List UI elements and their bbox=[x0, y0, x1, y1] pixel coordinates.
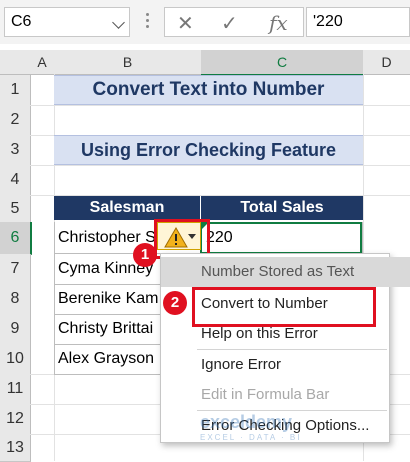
menu-item-label: Help on this Error bbox=[201, 325, 318, 342]
column-header-d[interactable]: D bbox=[363, 50, 410, 75]
menu-item-ignore-error[interactable]: Ignore Error bbox=[161, 350, 410, 380]
sheet-subtitle[interactable]: Using Error Checking Feature bbox=[54, 135, 363, 165]
select-all-corner[interactable] bbox=[0, 50, 31, 75]
active-cell-c6[interactable]: 220 bbox=[200, 222, 362, 254]
row-header-8[interactable]: 8 bbox=[0, 284, 31, 315]
menu-item-edit-in-formula-bar: Edit in Formula Bar bbox=[161, 380, 410, 410]
menu-header: Number Stored as Text bbox=[161, 257, 410, 287]
column-header-a[interactable]: A bbox=[30, 50, 55, 75]
table-border bbox=[54, 222, 55, 374]
watermark-name: exceldemy bbox=[200, 412, 293, 432]
menu-item-label: Ignore Error bbox=[201, 356, 282, 373]
row-header-12[interactable]: 12 bbox=[0, 404, 31, 435]
chevron-down-icon[interactable] bbox=[112, 16, 125, 29]
formula-input[interactable]: '220 bbox=[306, 7, 410, 37]
table-border bbox=[362, 222, 363, 254]
gridline bbox=[30, 105, 410, 106]
column-header-b[interactable]: B bbox=[54, 50, 202, 75]
grip-dots-icon bbox=[143, 11, 151, 33]
step-badge-1: 1 bbox=[133, 243, 157, 267]
row-header-13[interactable]: 13 bbox=[0, 434, 31, 462]
watermark-logo: exceldemy EXCEL · DATA · BI bbox=[200, 412, 380, 452]
sheet-title[interactable]: Convert Text into Number bbox=[54, 75, 363, 105]
menu-item-label: Edit in Formula Bar bbox=[201, 386, 330, 403]
step-badge-2: 2 bbox=[163, 291, 187, 315]
row-header-2[interactable]: 2 bbox=[0, 105, 31, 136]
watermark-tagline: EXCEL · DATA · BI bbox=[200, 433, 302, 442]
header-total-sales[interactable]: Total Sales bbox=[201, 196, 363, 220]
column-header-c[interactable]: C bbox=[201, 50, 364, 76]
name-box-value: C6 bbox=[11, 13, 32, 30]
row-header-5[interactable]: 5 bbox=[0, 195, 31, 223]
formula-value: '220 bbox=[313, 13, 343, 30]
row-header-6[interactable]: 6 bbox=[0, 222, 32, 255]
header-salesman[interactable]: Salesman bbox=[54, 196, 200, 220]
check-icon[interactable]: ✓ bbox=[221, 11, 238, 36]
highlight-box-2 bbox=[192, 287, 376, 327]
row-header-4[interactable]: 4 bbox=[0, 165, 31, 196]
row-header-7[interactable]: 7 bbox=[0, 254, 31, 285]
gridline bbox=[30, 165, 410, 166]
row-header-10[interactable]: 10 bbox=[0, 344, 31, 375]
row-header-9[interactable]: 9 bbox=[0, 314, 31, 345]
row-header-11[interactable]: 11 bbox=[0, 374, 31, 405]
row-header-1[interactable]: 1 bbox=[0, 75, 31, 106]
close-icon[interactable]: ✕ bbox=[177, 11, 194, 36]
name-box[interactable]: C6 bbox=[4, 7, 130, 37]
formula-buttons: ✕ ✓ fx bbox=[164, 7, 304, 37]
row-header-3[interactable]: 3 bbox=[0, 135, 31, 166]
fx-icon[interactable]: fx bbox=[269, 11, 288, 35]
